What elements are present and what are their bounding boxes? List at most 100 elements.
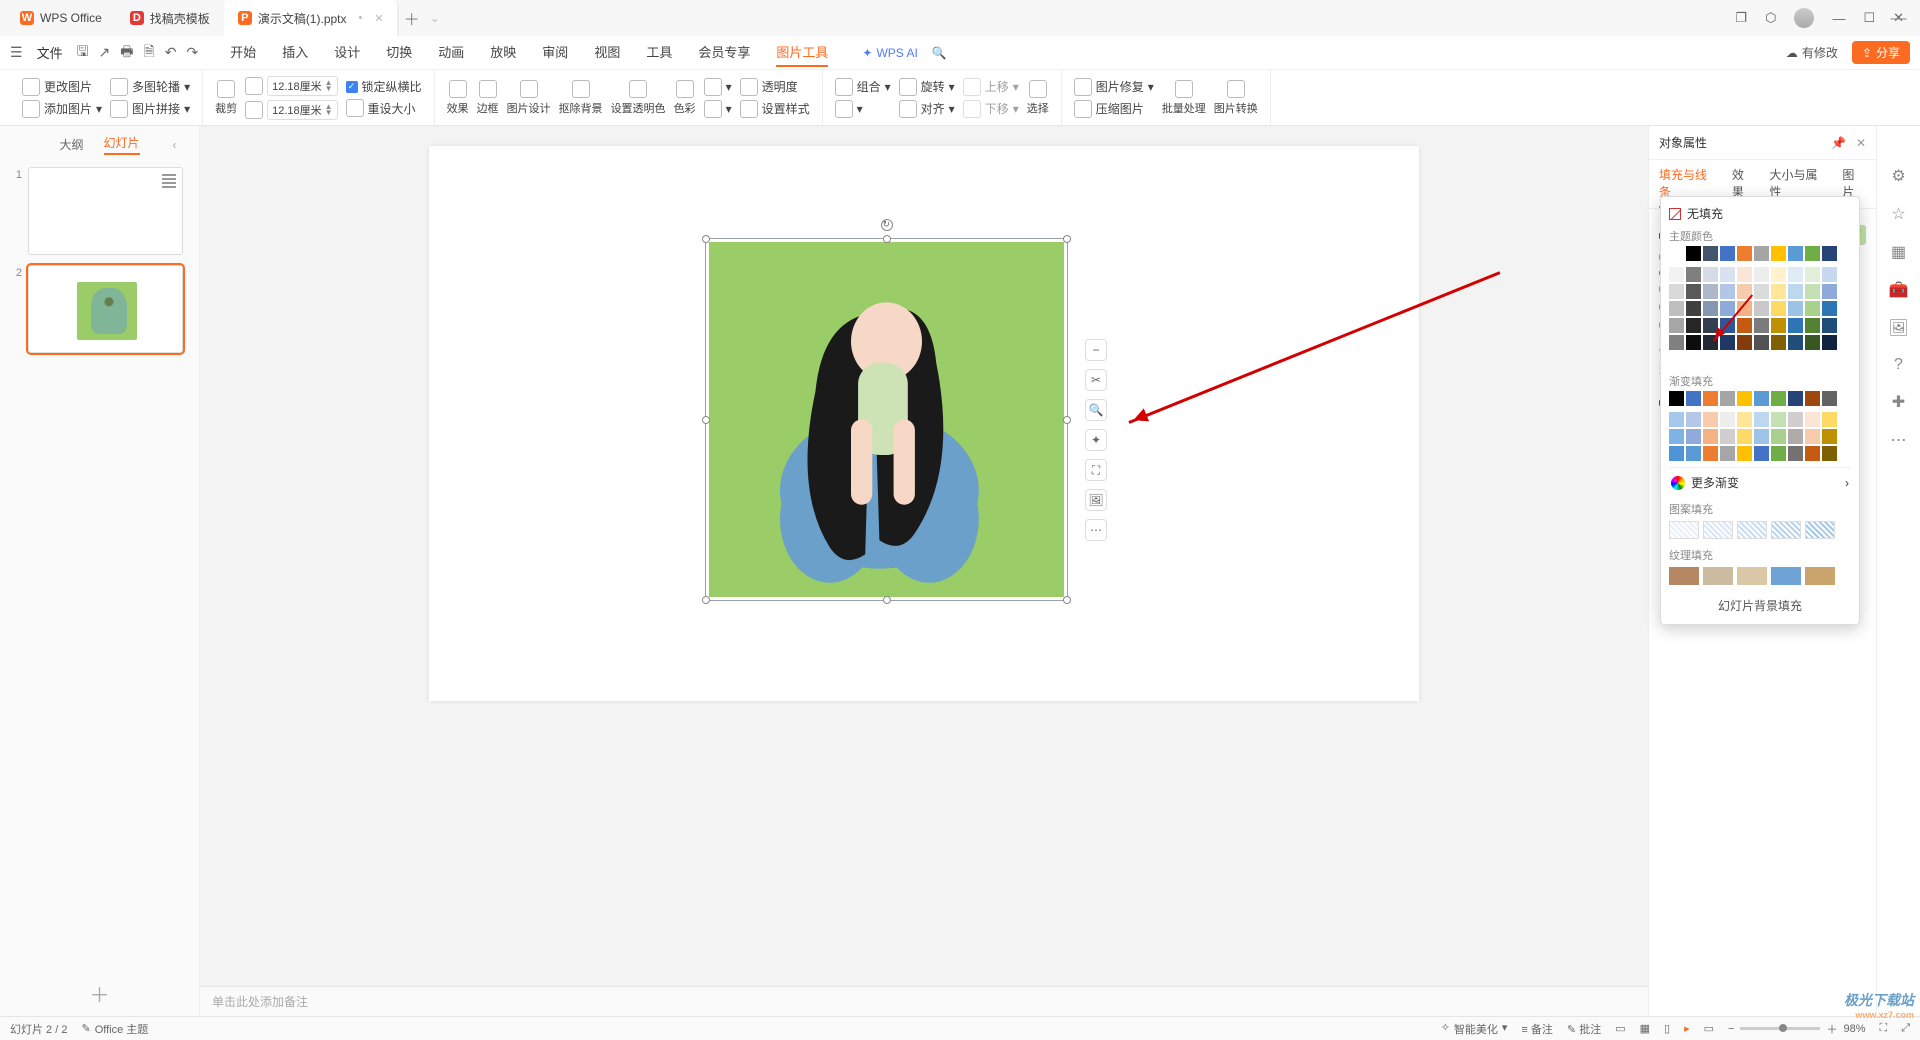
- color-swatch[interactable]: [1771, 301, 1786, 316]
- color-swatch[interactable]: [1720, 335, 1735, 350]
- color-swatch[interactable]: [1686, 301, 1701, 316]
- tab-wps-office[interactable]: W WPS Office: [6, 0, 116, 36]
- view-reading-icon[interactable]: ▯: [1664, 1022, 1670, 1035]
- minimize-icon[interactable]: —: [1832, 11, 1845, 26]
- color-swatch[interactable]: [1754, 301, 1769, 316]
- menu-picture-tools[interactable]: 图片工具: [776, 38, 828, 67]
- color-swatch[interactable]: [1669, 301, 1684, 316]
- menu-view[interactable]: 视图: [594, 38, 620, 67]
- color-swatch[interactable]: [1754, 446, 1769, 461]
- color-swatch[interactable]: [1822, 318, 1837, 333]
- thumb-row-1[interactable]: 1: [10, 167, 189, 255]
- zoom-out-button[interactable]: −: [1728, 1023, 1734, 1035]
- color-swatch[interactable]: [1686, 318, 1701, 333]
- color-swatch[interactable]: [1805, 429, 1820, 444]
- color-swatch[interactable]: [1703, 301, 1718, 316]
- resize-handle-w[interactable]: [702, 416, 710, 424]
- color-swatch[interactable]: [1669, 267, 1684, 282]
- tab-current-doc[interactable]: P 演示文稿(1).pptx • ✕: [224, 0, 398, 36]
- more-tool-icon[interactable]: ⋯: [1085, 519, 1107, 541]
- color-swatch[interactable]: [1669, 412, 1684, 427]
- color-swatch[interactable]: [1754, 246, 1769, 261]
- cube-icon[interactable]: ⬡: [1765, 10, 1776, 26]
- convert-button[interactable]: 图片转换: [1214, 80, 1258, 116]
- slide-thumb-1[interactable]: [28, 167, 183, 255]
- remove-bg-button[interactable]: 抠除背景: [559, 80, 603, 116]
- color-swatch[interactable]: [1737, 412, 1752, 427]
- comments-toggle[interactable]: ✎ 批注: [1567, 1021, 1601, 1037]
- color-swatch[interactable]: [1805, 446, 1820, 461]
- zoom-in-icon[interactable]: 🔍: [1085, 399, 1107, 421]
- contrast-button[interactable]: ▾: [704, 100, 732, 118]
- select-button[interactable]: 选择: [1027, 80, 1049, 116]
- view-sorter-icon[interactable]: ▦: [1640, 1022, 1650, 1035]
- set-style-button[interactable]: 设置样式: [740, 100, 810, 118]
- color-swatch[interactable]: [1720, 429, 1735, 444]
- color-swatch[interactable]: [1822, 301, 1837, 316]
- close-icon[interactable]: ✕: [374, 12, 383, 25]
- color-swatch[interactable]: [1720, 267, 1735, 282]
- no-fill-option[interactable]: 无填充: [1669, 205, 1851, 222]
- color-swatch[interactable]: [1686, 246, 1701, 261]
- menu-transition[interactable]: 切换: [386, 38, 412, 67]
- pic-tool-icon[interactable]: 🖼: [1085, 489, 1107, 511]
- color-swatch[interactable]: [1754, 267, 1769, 282]
- lock-ratio-checkbox[interactable]: ✓锁定纵横比: [346, 78, 422, 95]
- rail-layers-icon[interactable]: ▦: [1891, 242, 1906, 262]
- reset-size-button[interactable]: 重设大小: [346, 99, 422, 117]
- rail-plugin-icon[interactable]: ✚: [1892, 392, 1905, 412]
- color-swatch[interactable]: [1720, 391, 1735, 406]
- resize-handle-e[interactable]: [1063, 416, 1071, 424]
- color-swatch[interactable]: [1754, 284, 1769, 299]
- color-swatch[interactable]: [1771, 446, 1786, 461]
- tab-templates[interactable]: D 找稿壳模板: [116, 0, 224, 36]
- color-swatch[interactable]: [1822, 391, 1837, 406]
- resize-handle-sw[interactable]: [702, 596, 710, 604]
- color-swatch[interactable]: [1686, 412, 1701, 427]
- hamburger-icon[interactable]: ☰: [10, 44, 23, 61]
- share-button[interactable]: ⇪分享: [1852, 41, 1910, 64]
- texture-swatch[interactable]: [1805, 567, 1835, 585]
- color-swatch[interactable]: [1720, 446, 1735, 461]
- color-swatch[interactable]: [1737, 446, 1752, 461]
- color-swatch[interactable]: [1788, 267, 1803, 282]
- pattern-swatch[interactable]: [1703, 521, 1733, 539]
- crop-tool-icon[interactable]: ✂: [1085, 369, 1107, 391]
- color-swatch[interactable]: [1686, 335, 1701, 350]
- menu-insert[interactable]: 插入: [282, 38, 308, 67]
- pin-icon[interactable]: 📌: [1831, 136, 1846, 150]
- avatar[interactable]: [1794, 8, 1814, 28]
- expand-icon[interactable]: ⤢: [1901, 1022, 1910, 1035]
- zoom-in-button[interactable]: ＋: [1826, 1021, 1837, 1037]
- color-swatch[interactable]: [1686, 391, 1701, 406]
- color-swatch[interactable]: [1771, 284, 1786, 299]
- color-swatch[interactable]: [1737, 429, 1752, 444]
- color-swatch[interactable]: [1788, 246, 1803, 261]
- transparency-button[interactable]: 透明度: [740, 78, 810, 96]
- color-swatch[interactable]: [1754, 412, 1769, 427]
- color-swatch[interactable]: [1754, 318, 1769, 333]
- multi-rotate-button[interactable]: 多图轮播 ▾: [110, 78, 190, 96]
- preview-icon[interactable]: 🗎: [143, 41, 154, 65]
- view-slideshow-icon[interactable]: ▸: [1684, 1022, 1690, 1035]
- color-swatch[interactable]: [1788, 335, 1803, 350]
- rail-more-icon[interactable]: ⋯: [1891, 430, 1907, 450]
- resize-handle-n[interactable]: [883, 235, 891, 243]
- color-swatch[interactable]: [1703, 412, 1718, 427]
- color-swatch[interactable]: [1805, 335, 1820, 350]
- color-swatch[interactable]: [1788, 301, 1803, 316]
- tab-menu-icon[interactable]: ⌄: [430, 11, 440, 25]
- color-swatch[interactable]: [1771, 412, 1786, 427]
- color-swatch[interactable]: [1720, 412, 1735, 427]
- wps-ai-button[interactable]: ✦WPS AI: [862, 46, 917, 60]
- bring-forward-button[interactable]: 上移 ▾: [963, 78, 1019, 96]
- file-menu[interactable]: 文件: [37, 43, 63, 62]
- color-swatch[interactable]: [1669, 391, 1684, 406]
- notes-area[interactable]: 单击此处添加备注: [200, 986, 1648, 1016]
- effect-button[interactable]: 效果: [447, 80, 469, 116]
- rail-collapse-icon[interactable]: —: [1891, 10, 1907, 28]
- crop-button[interactable]: 裁剪: [215, 80, 237, 116]
- color-swatch[interactable]: [1686, 267, 1701, 282]
- notes-toggle[interactable]: ≡ 备注: [1521, 1021, 1552, 1037]
- color-swatch[interactable]: [1822, 335, 1837, 350]
